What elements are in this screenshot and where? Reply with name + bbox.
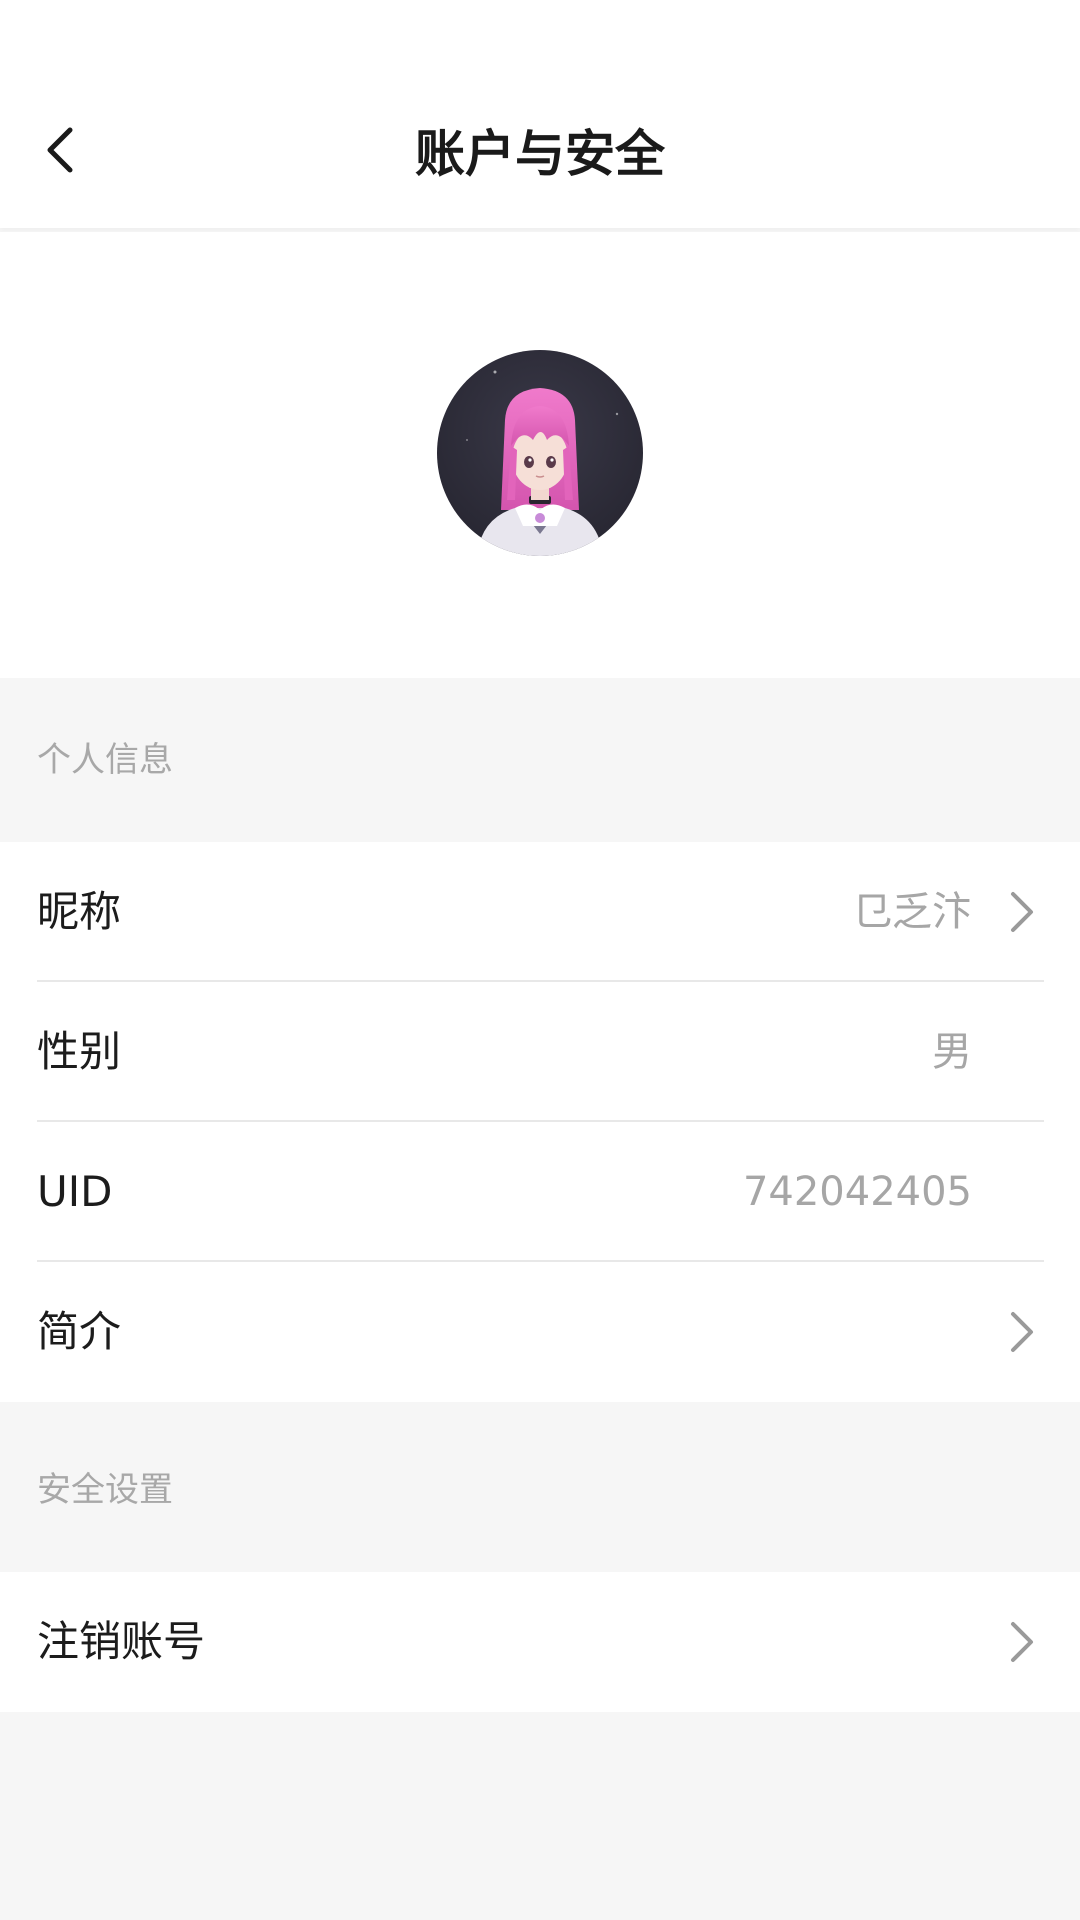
avatar-anime-girl-icon	[437, 350, 643, 556]
deactivate-account-row[interactable]: 注销账号	[0, 1572, 1080, 1712]
gender-value: 男	[932, 1029, 972, 1075]
chevron-right-icon	[1000, 1620, 1044, 1664]
bio-row[interactable]: 简介	[0, 1262, 1080, 1402]
chevron-right-icon	[1000, 1310, 1044, 1354]
section-title-security: 安全设置	[37, 1470, 173, 1510]
avatar-section	[0, 232, 1080, 678]
page-title: 账户与安全	[415, 125, 665, 183]
security-list: 注销账号	[0, 1572, 1080, 1712]
chevron-right-icon	[1000, 890, 1044, 934]
personal-info-list: 昵称 㔾乏汴 性别 男 UID 742042405 简介	[0, 842, 1080, 1402]
uid-row: UID 742042405	[0, 1122, 1080, 1262]
deactivate-account-label: 注销账号	[37, 1617, 206, 1666]
avatar[interactable]	[437, 350, 643, 556]
nickname-value: 㔾乏汴	[852, 889, 972, 935]
gender-row: 性别 男	[0, 982, 1080, 1122]
top-bar: 账户与安全	[0, 0, 1080, 228]
uid-value: 742042405	[742, 1169, 972, 1215]
gender-label: 性别	[37, 1027, 122, 1076]
bio-label: 简介	[37, 1307, 122, 1356]
uid-label: UID	[37, 1167, 113, 1216]
nickname-label: 昵称	[37, 887, 122, 936]
nickname-row[interactable]: 昵称 㔾乏汴	[0, 842, 1080, 982]
account-security-screen: 账户与安全 个人信息 昵称 㔾乏汴 性别 男 UID 742042405 简介 …	[0, 0, 1080, 1920]
section-title-personal: 个人信息	[37, 740, 173, 780]
personal-info-section-header: 个人信息	[0, 678, 1080, 842]
security-section-header: 安全设置	[0, 1402, 1080, 1572]
